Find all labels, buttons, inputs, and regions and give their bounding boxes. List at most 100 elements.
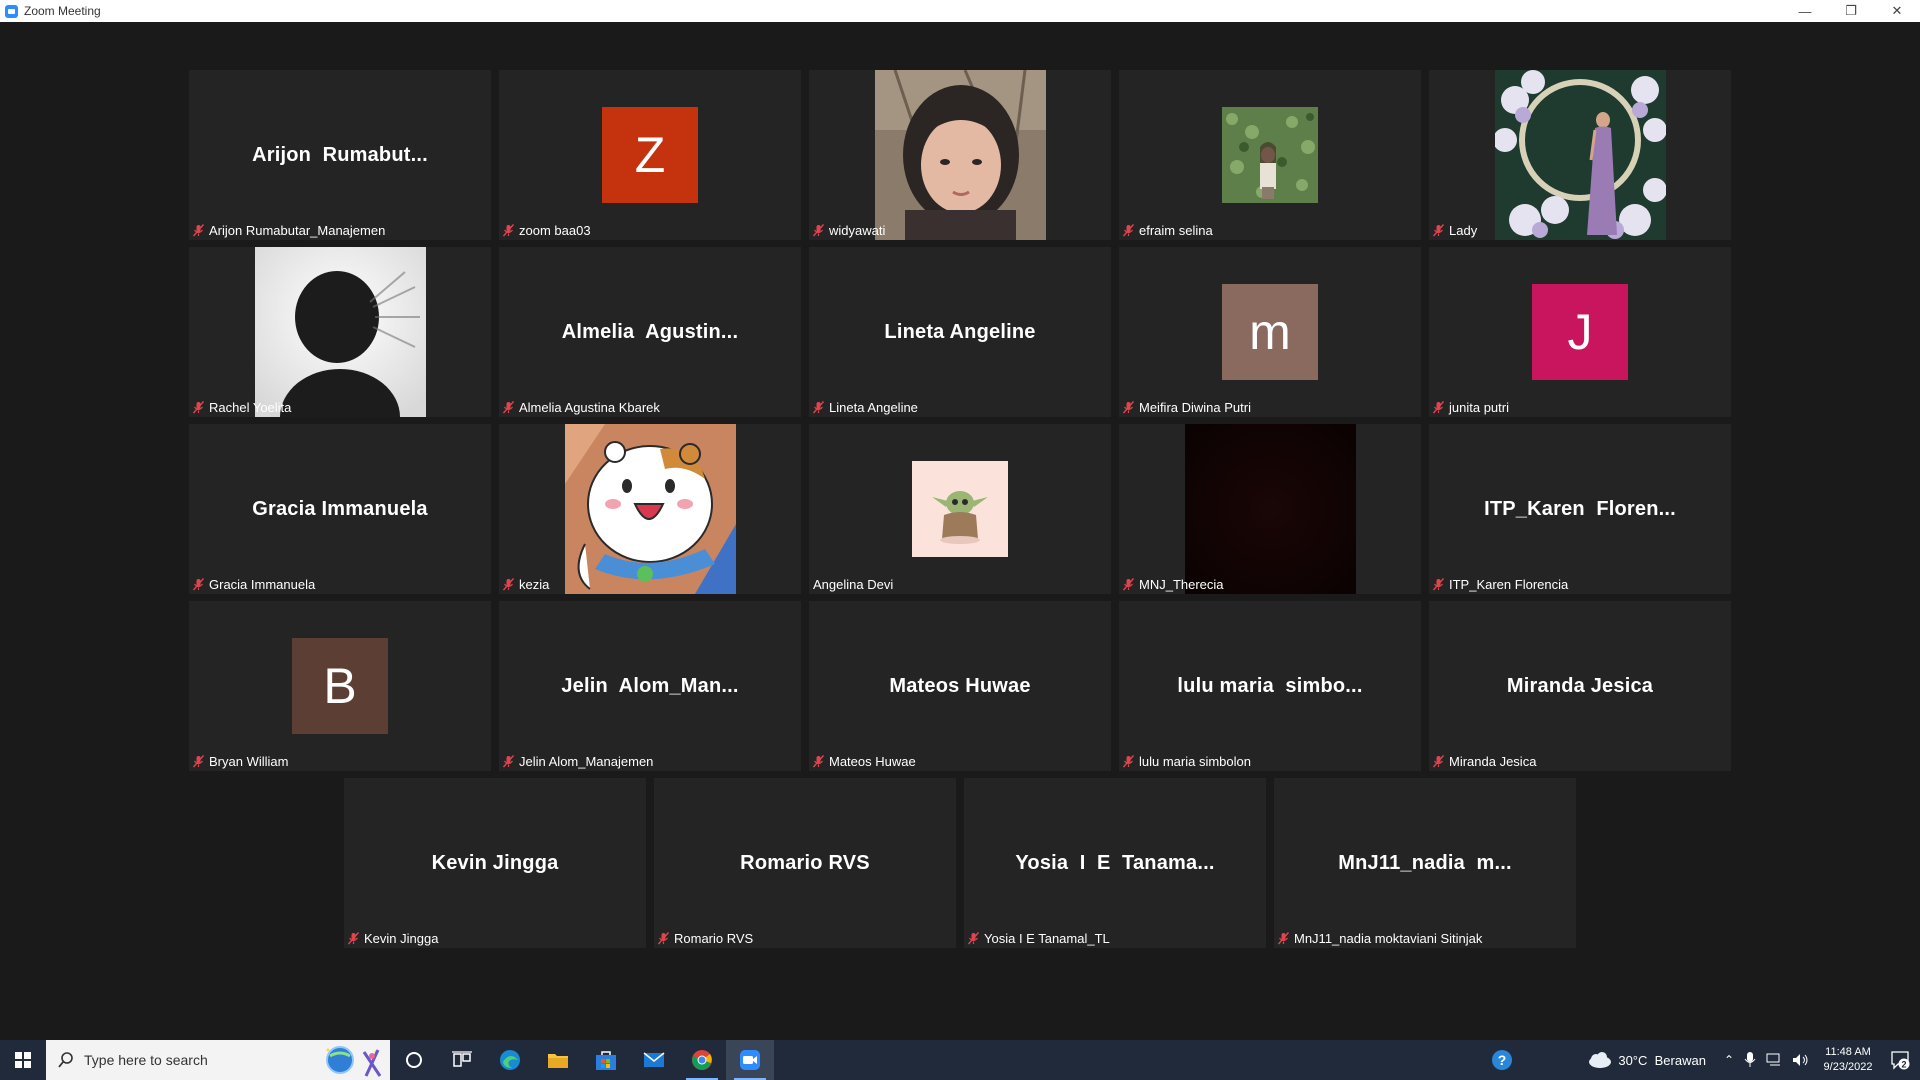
- participant-video-area: Mateos Huwae: [809, 601, 1111, 771]
- participant-display-name: lulu maria simbo...: [1177, 674, 1363, 697]
- restore-button[interactable]: ❐: [1828, 0, 1874, 22]
- folder-icon: [548, 1054, 568, 1068]
- muted-mic-icon: [502, 754, 515, 768]
- participant-name-label: Arijon Rumabutar_Manajemen: [192, 222, 386, 238]
- participant-tile[interactable]: Rachel Yoelita: [189, 247, 491, 417]
- participant-tile[interactable]: Z zoom baa03: [499, 70, 801, 240]
- participant-tile[interactable]: Lineta Angeline Lineta Angeline: [809, 247, 1111, 417]
- participant-video-area: [809, 70, 1111, 240]
- participant-name-text: kezia: [519, 576, 550, 592]
- participant-tile[interactable]: Almelia Agustin... Almelia Agustina Kbar…: [499, 247, 801, 417]
- chrome-button[interactable]: [678, 1040, 726, 1080]
- clock[interactable]: 11:48 AM 9/23/2022: [1816, 1045, 1880, 1075]
- participant-tile[interactable]: Angelina Devi: [809, 424, 1111, 594]
- participant-name-label: Gracia Immanuela: [192, 576, 315, 592]
- participant-tile[interactable]: MnJ11_nadia m... MnJ11_nadia moktaviani …: [1274, 778, 1576, 948]
- participant-name-label: Lineta Angeline: [812, 399, 918, 415]
- participant-tile[interactable]: Arijon Rumabut... Arijon Rumabutar_Manaj…: [189, 70, 491, 240]
- participant-tile[interactable]: Miranda Jesica Miranda Jesica: [1429, 601, 1731, 771]
- participant-tile[interactable]: efraim selina: [1119, 70, 1421, 240]
- avatar-initial: m: [1222, 284, 1318, 380]
- edge-icon: [500, 1050, 520, 1070]
- participant-tile[interactable]: J junita putri: [1429, 247, 1731, 417]
- muted-mic-icon: [192, 223, 205, 237]
- task-view-button[interactable]: [438, 1040, 486, 1080]
- participant-display-name: Lineta Angeline: [884, 320, 1036, 343]
- minimize-button[interactable]: —: [1782, 0, 1828, 22]
- participant-video-area: lulu maria simbo...: [1119, 601, 1421, 771]
- participant-name-label: MNJ_Therecia: [1122, 576, 1224, 592]
- window-title: Zoom Meeting: [24, 4, 101, 18]
- taskbar-search-box[interactable]: Type here to search: [46, 1040, 390, 1080]
- muted-mic-icon: [1277, 931, 1290, 945]
- muted-mic-icon: [657, 931, 670, 945]
- chrome-icon: [692, 1050, 712, 1070]
- participant-tile[interactable]: MNJ_Therecia: [1119, 424, 1421, 594]
- avatar-initial: J: [1532, 284, 1628, 380]
- profile-picture: [874, 70, 1046, 240]
- participant-video-area: [1429, 70, 1731, 240]
- window-controls: — ❐ ✕: [1782, 0, 1920, 22]
- help-button[interactable]: ?: [1478, 1040, 1526, 1080]
- participant-video-area: Z: [499, 70, 801, 240]
- participant-tile[interactable]: lulu maria simbo... lulu maria simbolon: [1119, 601, 1421, 771]
- participant-tile[interactable]: widyawati: [809, 70, 1111, 240]
- participant-name-text: junita putri: [1449, 399, 1509, 415]
- participant-tile[interactable]: Kevin Jingga Kevin Jingga: [344, 778, 646, 948]
- muted-mic-icon: [502, 400, 515, 414]
- participant-name-text: Lineta Angeline: [829, 399, 918, 415]
- chevron-up-icon[interactable]: ⌃: [1724, 1053, 1734, 1067]
- cortana-button[interactable]: [390, 1040, 438, 1080]
- gallery-view: Arijon Rumabut... Arijon Rumabutar_Manaj…: [0, 22, 1920, 1040]
- participant-name-label: kezia: [502, 576, 550, 592]
- avatar-initial: B: [292, 638, 388, 734]
- store-button[interactable]: [582, 1040, 630, 1080]
- microphone-icon[interactable]: [1744, 1052, 1756, 1068]
- network-icon[interactable]: [1766, 1053, 1784, 1067]
- muted-mic-icon: [192, 400, 205, 414]
- participant-tile[interactable]: m Meifira Diwina Putri: [1119, 247, 1421, 417]
- muted-mic-icon: [967, 931, 980, 945]
- participant-tile[interactable]: Jelin Alom_Man... Jelin Alom_Manajemen: [499, 601, 801, 771]
- weather-text[interactable]: 30°C Berawan: [1618, 1053, 1706, 1068]
- participant-display-name: Almelia Agustin...: [561, 320, 739, 343]
- participant-name-text: Miranda Jesica: [1449, 753, 1537, 769]
- time-text: 11:48 AM: [1825, 1046, 1871, 1058]
- muted-mic-icon: [1432, 223, 1445, 237]
- participant-video-area: [1119, 70, 1421, 240]
- zoom-taskbar-button[interactable]: [726, 1040, 774, 1080]
- profile-picture: [1222, 107, 1318, 203]
- participant-tile[interactable]: Romario RVS Romario RVS: [654, 778, 956, 948]
- participant-video-area: Yosia I E Tanama...: [964, 778, 1266, 948]
- participant-tile[interactable]: Lady: [1429, 70, 1731, 240]
- participant-name-text: Meifira Diwina Putri: [1139, 399, 1251, 415]
- volume-icon[interactable]: [1792, 1053, 1810, 1067]
- start-button[interactable]: [0, 1040, 46, 1080]
- svg-text:?: ?: [1498, 1052, 1507, 1068]
- search-placeholder: Type here to search: [84, 1052, 208, 1068]
- participant-video-area: Arijon Rumabut...: [189, 70, 491, 240]
- participant-tile[interactable]: Yosia I E Tanama... Yosia I E Tanamal_TL: [964, 778, 1266, 948]
- participant-name-text: MNJ_Therecia: [1139, 576, 1224, 592]
- file-explorer-button[interactable]: [534, 1040, 582, 1080]
- participant-name-text: zoom baa03: [519, 222, 591, 238]
- mail-button[interactable]: [630, 1040, 678, 1080]
- participant-tile[interactable]: ITP_Karen Floren... ITP_Karen Florencia: [1429, 424, 1731, 594]
- participant-tile[interactable]: Gracia Immanuela Gracia Immanuela: [189, 424, 491, 594]
- avatar-initial: Z: [602, 107, 698, 203]
- edge-button[interactable]: [486, 1040, 534, 1080]
- close-button[interactable]: ✕: [1874, 0, 1920, 22]
- participant-name-text: Arijon Rumabutar_Manajemen: [209, 222, 386, 238]
- notifications-button[interactable]: 2: [1880, 1040, 1920, 1080]
- muted-mic-icon: [1122, 223, 1135, 237]
- participant-tile[interactable]: Mateos Huwae Mateos Huwae: [809, 601, 1111, 771]
- notification-count: 2: [1901, 1060, 1906, 1070]
- participant-name-text: ITP_Karen Florencia: [1449, 576, 1569, 592]
- participant-tile[interactable]: kezia: [499, 424, 801, 594]
- participant-tile[interactable]: B Bryan William: [189, 601, 491, 771]
- participant-name-label: Meifira Diwina Putri: [1122, 399, 1251, 415]
- participant-name-label: Lady: [1432, 222, 1477, 238]
- participant-video-area: [809, 424, 1111, 594]
- participant-video-area: J: [1429, 247, 1731, 417]
- participant-video-area: Gracia Immanuela: [189, 424, 491, 594]
